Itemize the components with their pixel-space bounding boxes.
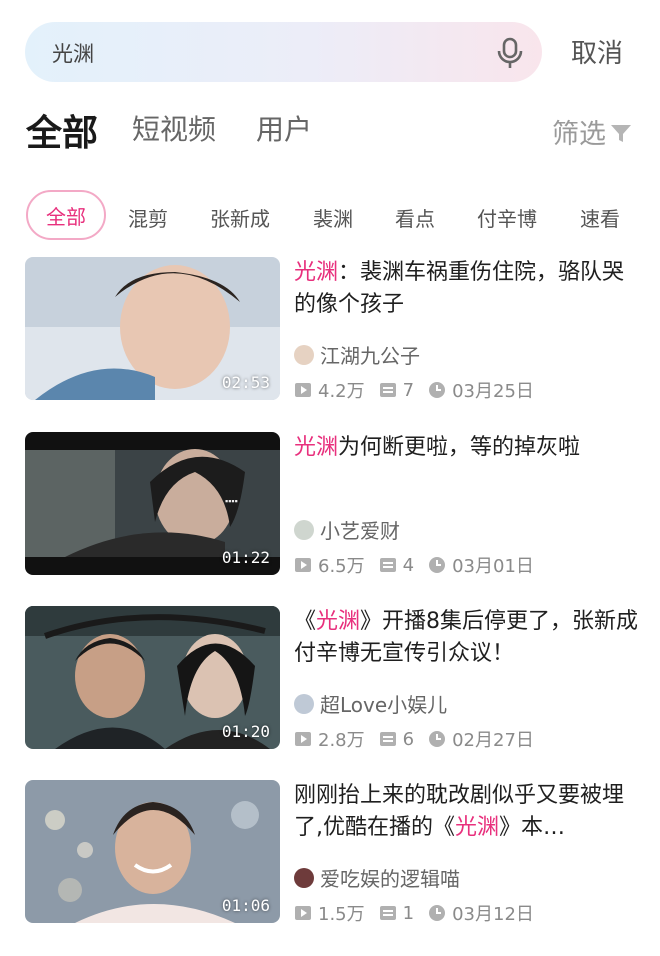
publish-date-value: 03月25日 (452, 381, 534, 402)
video-thumbnail[interactable]: 02:53 (25, 257, 280, 400)
publish-date-value: 03月12日 (452, 904, 534, 925)
list-icon (379, 383, 396, 397)
author-avatar (294, 693, 314, 714)
cancel-button[interactable]: 取消 (571, 33, 623, 70)
video-thumbnail[interactable]: ▪▪▪▪ 01:22 (25, 432, 280, 575)
author-name: 爱吃娱的逻辑喵 (320, 867, 460, 891)
clock-icon (429, 557, 446, 573)
tab-all[interactable]: 全部 (26, 104, 98, 156)
play-icon (295, 906, 311, 920)
author[interactable]: 爱吃娱的逻辑喵 (294, 863, 460, 892)
video-duration: 01:20 (221, 722, 270, 741)
play-icon (295, 732, 311, 746)
video-duration: 01:06 (221, 896, 270, 915)
video-card[interactable]: ▪▪▪▪ 01:22 光渊为何断更啦，等的掉灰啦 小艺爱财 6.5万 4 03月… (0, 432, 660, 582)
episode-count: 1 (379, 903, 414, 924)
svg-text:▪▪▪▪: ▪▪▪▪ (225, 496, 238, 506)
chip-pei-yuan[interactable]: 裴渊 (313, 203, 353, 232)
tab-users[interactable]: 用户 (256, 108, 312, 148)
play-count: 6.5万 (294, 552, 365, 578)
title-keyword-highlight: 光渊 (294, 435, 339, 460)
title-keyword-highlight: 光渊 (294, 260, 339, 285)
chip-label: 全部 (46, 204, 86, 229)
clock-icon (429, 905, 446, 921)
publish-date-value: 02月27日 (452, 730, 534, 751)
tab-short-video[interactable]: 短视频 (132, 108, 216, 148)
video-title[interactable]: 刚刚抬上来的耽改剧似乎又要被埋了,优酷在播的《光渊》本… (294, 780, 639, 844)
video-meta: 4.2万 7 03月25日 (294, 377, 548, 403)
search-input[interactable]: 光渊 (25, 22, 542, 82)
publish-date: 03月25日 (428, 377, 534, 403)
publish-date-value: 03月01日 (452, 556, 534, 577)
video-duration: 02:53 (221, 373, 270, 392)
episode-count-value: 7 (402, 379, 415, 401)
play-icon (295, 383, 311, 397)
video-card[interactable]: 01:06 刚刚抬上来的耽改剧似乎又要被埋了,优酷在播的《光渊》本… 爱吃娱的逻… (0, 780, 660, 930)
chip-all[interactable]: 全部 (26, 190, 106, 240)
episode-count: 7 (379, 380, 414, 401)
clock-icon (429, 731, 446, 747)
list-icon (379, 732, 396, 746)
video-thumbnail[interactable]: 01:20 (25, 606, 280, 749)
video-meta: 1.5万 1 03月12日 (294, 900, 548, 926)
episode-count: 4 (379, 555, 414, 576)
microphone-icon[interactable] (495, 36, 525, 70)
author-name: 超Love小娱儿 (320, 693, 448, 717)
episode-count-value: 1 (402, 902, 415, 924)
play-count: 4.2万 (294, 377, 365, 403)
play-count-value: 4.2万 (318, 381, 365, 402)
title-text: ：裴渊车祸重伤住院，骆队哭的像个孩子 (294, 260, 625, 317)
video-title[interactable]: 《光渊》开播8集后停更了，张新成付辛博无宣传引众议！ (294, 606, 639, 670)
author[interactable]: 超Love小娱儿 (294, 689, 447, 718)
video-title[interactable]: 光渊：裴渊车祸重伤住院，骆队哭的像个孩子 (294, 257, 639, 321)
video-thumbnail[interactable]: 01:06 (25, 780, 280, 923)
list-icon (379, 558, 396, 572)
chip-mix-edit[interactable]: 混剪 (128, 203, 168, 232)
search-row: 光渊 取消 (0, 0, 660, 100)
author-name: 小艺爱财 (320, 519, 400, 543)
play-count-value: 2.8万 (318, 730, 365, 751)
list-icon (379, 906, 396, 920)
clock-icon (429, 382, 446, 398)
search-query[interactable]: 光渊 (52, 38, 94, 68)
video-title[interactable]: 光渊为何断更啦，等的掉灰啦 (294, 432, 639, 464)
video-duration: 01:22 (221, 548, 270, 567)
author-avatar (294, 519, 314, 540)
publish-date: 03月01日 (428, 552, 534, 578)
title-keyword-highlight: 光渊 (316, 609, 361, 634)
chip-fu-xinbo[interactable]: 付辛博 (477, 203, 537, 232)
title-text: 》本… (499, 815, 566, 840)
episode-count: 6 (379, 729, 414, 750)
episode-count-value: 4 (402, 554, 415, 576)
play-count: 2.8万 (294, 726, 365, 752)
chip-zhang-xincheng[interactable]: 张新成 (210, 203, 270, 232)
play-icon (295, 558, 311, 572)
funnel-icon (611, 124, 631, 142)
title-text: 《 (294, 609, 317, 634)
author-name: 江湖九公子 (320, 344, 420, 368)
publish-date: 03月12日 (428, 900, 534, 926)
filter-label: 筛选 (552, 119, 606, 150)
author-avatar (294, 867, 314, 888)
title-text: 为何断更啦，等的掉灰啦 (338, 435, 581, 460)
chip-highlights[interactable]: 看点 (395, 203, 435, 232)
author[interactable]: 江湖九公子 (294, 340, 420, 369)
play-count-value: 1.5万 (318, 904, 365, 925)
video-meta: 2.8万 6 02月27日 (294, 726, 548, 752)
video-card[interactable]: 02:53 光渊：裴渊车祸重伤住院，骆队哭的像个孩子 江湖九公子 4.2万 7 … (0, 257, 660, 407)
episode-count-value: 6 (402, 728, 415, 750)
video-meta: 6.5万 4 03月01日 (294, 552, 548, 578)
publish-date: 02月27日 (428, 726, 534, 752)
author[interactable]: 小艺爱财 (294, 515, 400, 544)
title-keyword-highlight: 光渊 (455, 815, 500, 840)
author-avatar (294, 344, 314, 365)
filter-button[interactable]: 筛选 (552, 112, 632, 151)
play-count: 1.5万 (294, 900, 365, 926)
play-count-value: 6.5万 (318, 556, 365, 577)
chip-quick-watch[interactable]: 速看 (580, 203, 620, 232)
video-card[interactable]: 01:20 《光渊》开播8集后停更了，张新成付辛博无宣传引众议！ 超Love小娱… (0, 606, 660, 756)
